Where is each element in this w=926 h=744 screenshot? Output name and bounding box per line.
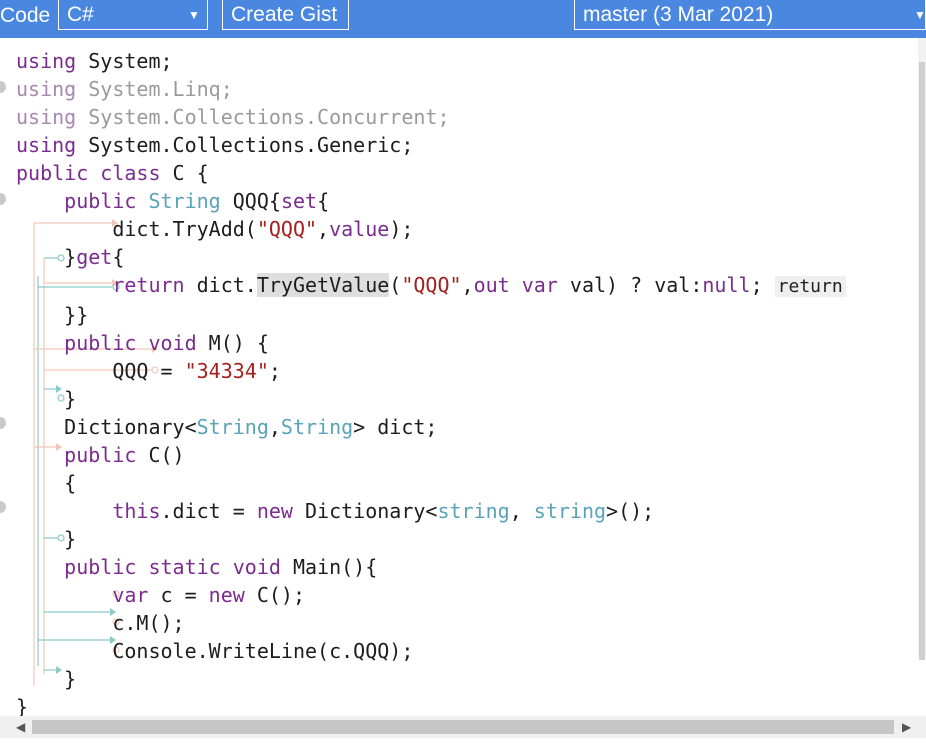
code-line-13: }: [16, 387, 77, 411]
mode-label: Code: [0, 4, 51, 27]
scroll-right-icon[interactable]: ▶: [902, 716, 911, 738]
code-line-12: QQQ = "34334";: [16, 359, 281, 383]
code-line-14: Dictionary<String,String> dict;: [16, 415, 438, 439]
code-line-1: using System;: [16, 49, 173, 73]
dropdown-caret-icon: ▼: [188, 8, 200, 22]
code-line-9: return dict.TryGetValue("QQQ",out var va…: [16, 273, 846, 297]
code-line-2: using System.Linq;: [16, 77, 233, 101]
code-line-10: }}: [16, 303, 89, 327]
code-line-11: public void M() {: [64, 331, 269, 355]
code-line-4: using System.Collections.Generic;: [16, 133, 414, 157]
branch-value: master (3 Mar 2021): [583, 3, 774, 26]
vertical-scroll-thumb[interactable]: [919, 62, 925, 660]
code-line-16: {: [16, 471, 77, 495]
create-gist-label: Create Gist: [231, 3, 338, 26]
code-editor[interactable]: using System; using System.Linq; using S…: [0, 38, 926, 744]
code-line-22: Console.WriteLine(c.QQQ);: [16, 639, 414, 663]
code-line-7: dict.TryAdd("QQQ",value);: [16, 217, 414, 241]
code-line-5: public class C {: [16, 161, 209, 185]
language-value: C#: [67, 3, 94, 26]
horizontal-scroll-thumb[interactable]: [32, 720, 894, 734]
code-line-8: }get{: [16, 245, 125, 269]
scroll-left-icon[interactable]: ◀: [16, 716, 25, 738]
code-line-15: public C(): [64, 443, 185, 467]
code-line-20: var c = new C();: [112, 583, 306, 607]
code-line-21: c.M();: [16, 611, 185, 635]
code-text[interactable]: using System; using System.Linq; using S…: [16, 47, 846, 721]
code-line-23: }: [16, 667, 77, 691]
toolbar: Code C# ▼ Create Gist master (3 Mar 2021…: [0, 0, 926, 38]
code-line-17: this.dict = new Dictionary<string, strin…: [112, 499, 655, 523]
language-select[interactable]: C#: [58, 0, 208, 30]
code-line-6: public String QQQ{set{: [64, 189, 330, 213]
inline-hint: return: [774, 276, 846, 297]
code-line-3: using System.Collections.Concurrent;: [16, 105, 450, 129]
code-line-18: }: [16, 527, 77, 551]
create-gist-button[interactable]: Create Gist: [222, 0, 349, 30]
code-line-19: public static void Main(){: [64, 555, 378, 579]
dropdown-caret-icon: ▼: [914, 8, 926, 22]
branch-select[interactable]: master (3 Mar 2021): [574, 0, 926, 30]
